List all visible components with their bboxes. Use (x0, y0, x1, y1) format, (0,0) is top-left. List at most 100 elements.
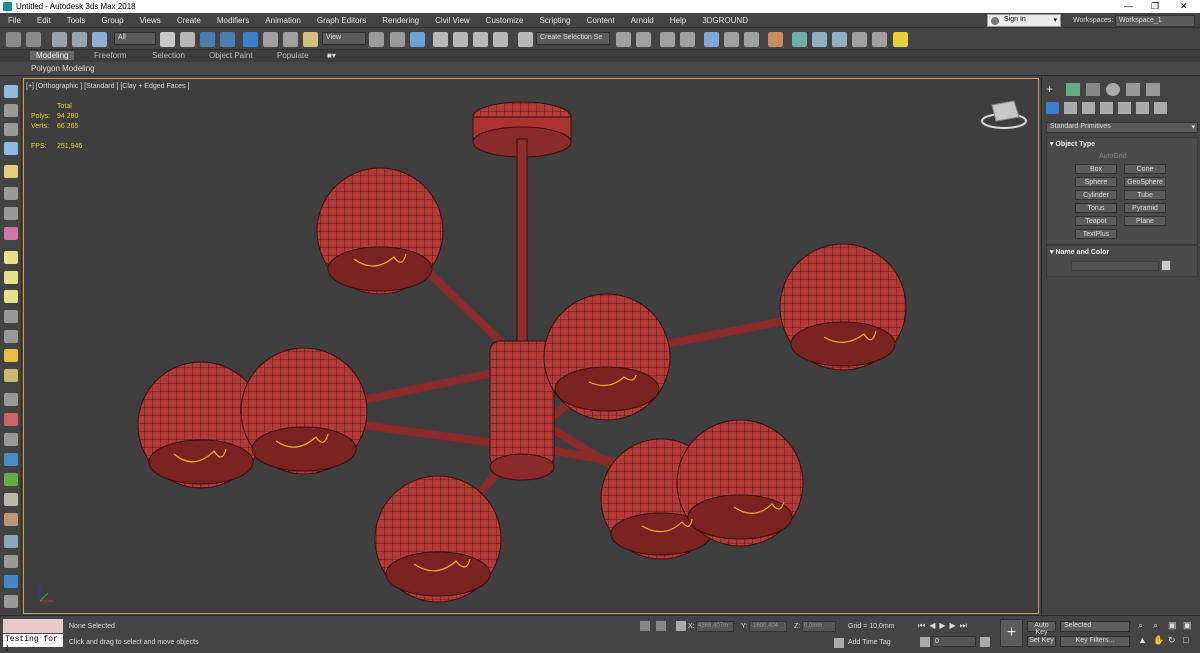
globe-icon[interactable] (4, 453, 18, 466)
toggle-ribbon-icon[interactable] (704, 32, 719, 47)
pan-icon[interactable]: ✋ (1153, 635, 1167, 649)
category-dropdown[interactable]: Standard Primitives ▾ (1046, 122, 1198, 133)
move-icon[interactable] (243, 32, 258, 47)
object-type-header[interactable]: ▾ Object Type (1050, 140, 1095, 148)
spacewarp-icon[interactable] (4, 207, 18, 220)
space-warps-icon[interactable] (1136, 102, 1149, 114)
snaps-toggle-icon[interactable] (433, 32, 448, 47)
name-color-header[interactable]: ▾ Name and Color (1050, 248, 1109, 256)
disc-icon[interactable] (4, 369, 18, 382)
tab-selection[interactable]: Selection (146, 51, 191, 60)
zoom-extents-all-icon[interactable]: ▣ (1183, 620, 1197, 634)
time-tag-icon[interactable] (834, 638, 844, 648)
polygon-modeling-label[interactable]: Polygon Modeling (31, 64, 95, 73)
z-coordinate-field[interactable]: 0,0mm (802, 621, 836, 632)
go-to-start-icon[interactable]: ⏮ (918, 621, 925, 633)
object-paint-icon[interactable] (4, 555, 18, 568)
geosphere-button[interactable]: GeoSphere (1124, 177, 1166, 187)
maxscript-listener-pink[interactable] (3, 619, 63, 633)
isolate-icon[interactable] (4, 575, 18, 588)
mirror-icon[interactable] (616, 32, 631, 47)
tab-modeling[interactable]: Modeling (30, 51, 75, 60)
reference-coordinate-dropdown[interactable]: View (322, 32, 366, 45)
grid-icon[interactable] (4, 142, 18, 155)
maximize-icon[interactable]: ❐ (1151, 1, 1159, 12)
keyboard-shortcut-override-icon[interactable] (410, 32, 425, 47)
create-tab-icon[interactable]: + (1046, 83, 1060, 96)
window-crossing-icon[interactable] (220, 32, 235, 47)
y-coordinate-field[interactable]: -1600,404 (749, 621, 787, 632)
previous-frame-icon[interactable]: ◀ (929, 621, 935, 633)
close-icon[interactable]: ✕ (1180, 1, 1188, 12)
chandelier-model[interactable] (24, 79, 1038, 613)
sphere-material-icon[interactable] (4, 535, 18, 548)
texture-icon[interactable] (4, 513, 18, 526)
plane-button[interactable]: Plane (1124, 216, 1166, 226)
perspective-viewport[interactable]: [+] [Orthographic ] [Standard ] [Clay + … (23, 78, 1039, 614)
menu-animation[interactable]: Animation (257, 16, 309, 25)
cylinder-button[interactable]: Cylinder (1075, 190, 1117, 200)
absolute-mode-icon[interactable] (676, 621, 686, 631)
menu-rendering[interactable]: Rendering (374, 16, 427, 25)
pyramid-button[interactable]: Pyramid (1124, 203, 1166, 213)
unlink-icon[interactable] (72, 32, 87, 47)
minimize-icon[interactable]: — (1124, 1, 1133, 11)
geometry-icon[interactable] (1046, 102, 1059, 114)
utilities-tab-icon[interactable] (1146, 83, 1160, 96)
next-frame-icon[interactable]: ▶ (950, 621, 956, 633)
box-icon[interactable] (4, 251, 18, 264)
scene-explorer-icon[interactable] (660, 32, 675, 47)
menu-arnold[interactable]: Arnold (623, 16, 662, 25)
menu-tools[interactable]: Tools (59, 16, 94, 25)
go-to-end-icon[interactable]: ⏭ (960, 621, 967, 633)
systems-icon[interactable] (1154, 102, 1167, 114)
field-of-view-icon[interactable]: ▲ (1138, 635, 1152, 649)
sun-icon[interactable] (4, 349, 18, 362)
key-filters-button[interactable]: Key Filters... (1060, 636, 1130, 647)
modify-tab-icon[interactable] (1066, 83, 1080, 96)
helpers-icon[interactable] (1118, 102, 1131, 114)
isolate-selection-icon[interactable] (640, 621, 650, 631)
leaf-icon[interactable] (4, 473, 18, 486)
select-manipulate-icon[interactable] (390, 32, 405, 47)
sphere-button[interactable]: Sphere (1075, 177, 1117, 187)
named-selection-dropdown[interactable]: Create Selection Se (536, 32, 610, 45)
box-button[interactable]: Box (1075, 164, 1117, 174)
spinner-snap-icon[interactable] (493, 32, 508, 47)
x-coordinate-field[interactable]: 4368,407m (696, 621, 734, 632)
placement-icon[interactable] (303, 32, 318, 47)
layer-explorer-icon[interactable] (680, 32, 695, 47)
system-icon[interactable] (4, 227, 18, 240)
workspace-dropdown[interactable]: Workspace_1 (1115, 15, 1195, 27)
sign-in-button[interactable]: Sign In ▾ (987, 14, 1061, 27)
bind-space-warp-icon[interactable] (92, 32, 107, 47)
maxscript-input[interactable]: Testing for ; (3, 634, 63, 653)
material-editor-icon[interactable] (768, 32, 783, 47)
play-icon[interactable]: ▶ (939, 621, 945, 633)
set-key-button[interactable]: Set Key (1027, 636, 1056, 647)
light-icon[interactable] (4, 165, 18, 178)
menu-group[interactable]: Group (93, 16, 131, 25)
menu-edit[interactable]: Edit (29, 16, 59, 25)
menu-3dground[interactable]: 3DGROUND (694, 16, 756, 25)
shapes-icon[interactable] (1064, 102, 1077, 114)
selection-lock-icon[interactable] (656, 621, 666, 631)
object-color-swatch[interactable] (1161, 260, 1171, 271)
menu-help[interactable]: Help (662, 16, 694, 25)
ribbon-options-icon[interactable]: ■▾ (327, 51, 336, 60)
torus-icon[interactable] (4, 310, 18, 323)
viewcube[interactable] (981, 100, 1027, 129)
add-time-tag[interactable]: Add Time Tag (848, 639, 891, 646)
zoom-icon[interactable]: ⌕ (1138, 620, 1152, 634)
maximize-viewport-icon[interactable]: □ (1183, 635, 1197, 649)
hair-icon[interactable] (4, 493, 18, 506)
time-config-icon[interactable] (980, 637, 990, 647)
stairs-icon[interactable] (4, 393, 18, 406)
zoom-extents-icon[interactable]: ▣ (1168, 620, 1182, 634)
menu-scripting[interactable]: Scripting (531, 16, 578, 25)
rotate-icon[interactable] (263, 32, 278, 47)
help-icon[interactable] (4, 595, 18, 608)
align-icon[interactable] (636, 32, 651, 47)
motion-tab-icon[interactable] (1106, 83, 1120, 96)
zoom-all-icon[interactable]: ⌕ (1153, 620, 1167, 634)
